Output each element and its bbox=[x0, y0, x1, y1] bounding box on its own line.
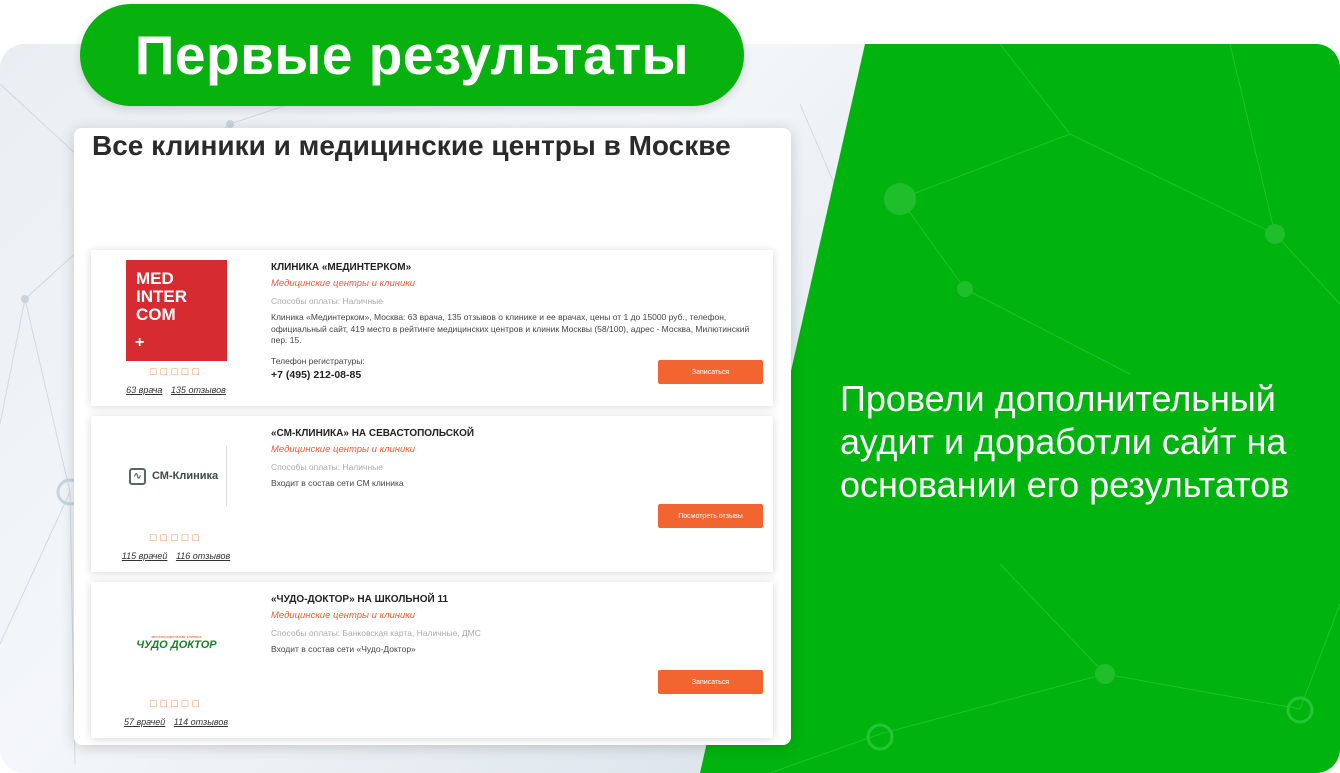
clinic-card: многопрофильная клиника ЧУДО ДОКТОР □□□□… bbox=[91, 582, 773, 738]
logo-text: ЧУДО ДОКТОР bbox=[136, 638, 217, 651]
logo-line: MED bbox=[136, 269, 174, 288]
reviews-link[interactable]: 116 отзывов bbox=[176, 551, 230, 561]
clinic-logo: многопрофильная клиника ЧУДО ДОКТОР bbox=[126, 617, 227, 667]
rating-stars: □□□□□ bbox=[149, 532, 204, 544]
phone-number[interactable]: +7 (495) 212-08-85 bbox=[271, 369, 361, 381]
payment-methods: Способы оплаты: Наличные bbox=[271, 462, 383, 472]
doctors-link[interactable]: 115 врачей bbox=[122, 551, 168, 561]
clinic-description: Входит в состав сети «Чудо-Доктор» bbox=[271, 644, 416, 654]
clinic-category[interactable]: Медицинские центры и клиники bbox=[271, 278, 415, 289]
book-button[interactable]: Записаться bbox=[658, 360, 763, 384]
clinic-category[interactable]: Медицинские центры и клиники bbox=[271, 610, 415, 621]
clinic-card: MED INTER COM + □□□□□ 63 врача 135 отзыв… bbox=[91, 250, 773, 406]
clinic-description: Входит в состав сети СМ клиника bbox=[271, 478, 404, 488]
logo-line: INTER bbox=[136, 287, 187, 306]
rating-stars: □□□□□ bbox=[149, 366, 204, 378]
clinic-counts: 63 врача 135 отзывов bbox=[106, 385, 246, 395]
rating-stars: □□□□□ bbox=[149, 698, 204, 710]
clinic-counts: 57 врачей 114 отзывов bbox=[106, 717, 246, 727]
clinic-logo: ∿ СМ-Клиника bbox=[126, 446, 227, 506]
reviews-link[interactable]: 114 отзывов bbox=[174, 717, 228, 727]
clinic-name[interactable]: «ЧУДО-ДОКТОР» НА ШКОЛЬНОЙ 11 bbox=[271, 594, 448, 605]
page-title: Все клиники и медицинские центры в Москв… bbox=[92, 130, 731, 161]
sm-clinic-logo-icon: ∿ bbox=[129, 467, 146, 485]
logo-line: COM bbox=[136, 305, 176, 324]
doctors-link[interactable]: 57 врачей bbox=[124, 717, 165, 727]
headline-badge: Первые результаты bbox=[80, 4, 744, 106]
reviews-link[interactable]: 135 отзывов bbox=[171, 385, 226, 395]
headline-text: Первые результаты bbox=[134, 24, 690, 86]
clinic-card: ∿ СМ-Клиника □□□□□ 115 врачей 116 отзыво… bbox=[91, 416, 773, 572]
audit-description: Провели дополнительный аудит и доработли… bbox=[840, 378, 1290, 505]
payment-methods: Способы оплаты: Наличные bbox=[271, 296, 383, 306]
logo-text: СМ-Клиника bbox=[152, 470, 219, 482]
clinic-logo: MED INTER COM + bbox=[126, 260, 227, 361]
phone-label: Телефон регистратуры: bbox=[271, 356, 365, 366]
clinic-name[interactable]: КЛИНИКА «МЕДИНТЕРКОМ» bbox=[271, 262, 411, 273]
clinic-category[interactable]: Медицинские центры и клиники bbox=[271, 444, 415, 455]
clinic-list-screenshot: Все клиники и медицинские центры в Москв… bbox=[74, 128, 791, 745]
payment-methods: Способы оплаты: Банковская карта, Наличн… bbox=[271, 628, 481, 638]
view-reviews-button[interactable]: Посмотреть отзывы bbox=[658, 504, 763, 528]
plus-icon: + bbox=[135, 334, 145, 351]
doctors-link[interactable]: 63 врача bbox=[126, 385, 162, 395]
clinic-description: Клиника «Мединтерком», Москва: 63 врача,… bbox=[271, 312, 750, 345]
clinic-counts: 115 врачей 116 отзывов bbox=[106, 551, 246, 561]
clinic-name[interactable]: «СМ-КЛИНИКА» НА СЕВАСТОПОЛЬСКОЙ bbox=[271, 428, 474, 439]
book-button[interactable]: Записаться bbox=[658, 670, 763, 694]
